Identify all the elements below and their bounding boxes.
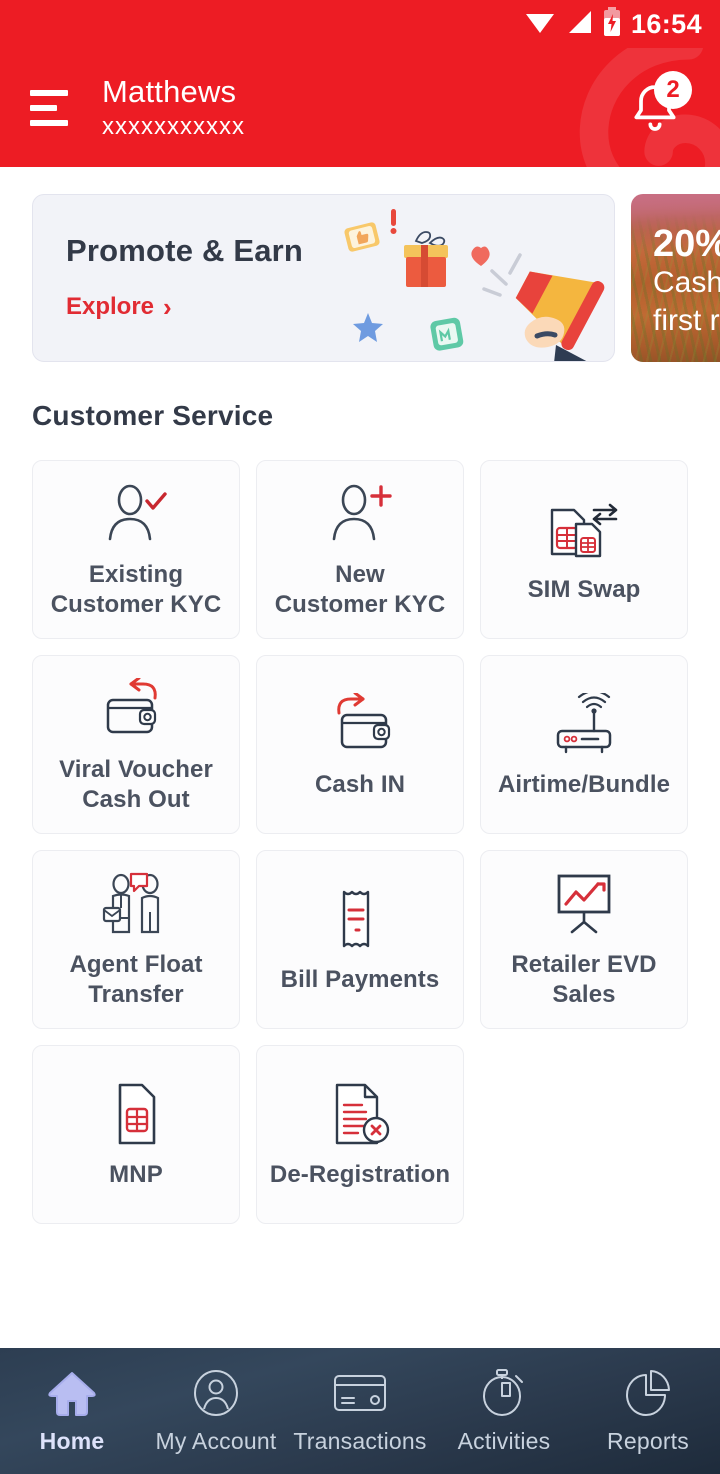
service-card-viral-voucher-cash-out[interactable]: Viral Voucher Cash Out <box>32 655 240 834</box>
header-titles: Matthews xxxxxxxxxxx <box>102 74 245 142</box>
service-label: Airtime/Bundle <box>497 770 671 798</box>
account-name: Matthews <box>102 73 237 109</box>
service-card-mnp[interactable]: MNP <box>32 1045 240 1224</box>
wallet-arrow-out-icon <box>100 675 172 743</box>
service-card-new-customer-kyc[interactable]: New Customer KYC <box>256 460 464 639</box>
nav-item-transactions[interactable]: Transactions <box>288 1367 432 1455</box>
wifi-icon <box>525 9 555 40</box>
stopwatch-icon <box>480 1367 528 1419</box>
wallet-arrow-in-icon <box>324 690 396 758</box>
signal-icon <box>565 9 593 40</box>
banner2-line2: first re <box>653 304 720 337</box>
home-icon <box>47 1367 97 1419</box>
service-label: Bill Payments <box>280 965 440 993</box>
banner2-text-block: 20% Cashb first re <box>653 224 720 340</box>
chevron-right-icon: › <box>163 292 172 322</box>
explore-label: Explore <box>66 293 155 320</box>
service-card-de-registration[interactable]: De-Registration <box>256 1045 464 1224</box>
service-card-sim-swap[interactable]: SIM Swap <box>480 460 688 639</box>
receipt-icon <box>332 885 388 953</box>
customer-service-grid: Existing Customer KYC New Customer KYC S… <box>0 460 720 1224</box>
banner-cashback-offer[interactable]: 20% Cashb first re <box>631 194 720 362</box>
notifications-button[interactable]: 2 <box>612 65 698 151</box>
banner-promote-earn[interactable]: Promote & Earn Explore › <box>32 194 615 362</box>
megaphone-gift-illustration <box>344 209 605 361</box>
nav-label: Home <box>39 1428 105 1454</box>
battery-charging-icon <box>603 6 621 42</box>
service-label: De-Registration <box>269 1160 451 1188</box>
status-bar: 16:54 <box>0 0 720 48</box>
user-circle-icon <box>192 1367 240 1419</box>
banner-text-block: Promote & Earn Explore › <box>66 233 303 321</box>
notification-badge: 2 <box>654 70 692 109</box>
service-card-bill-payments[interactable]: Bill Payments <box>256 850 464 1029</box>
app-header: Matthews xxxxxxxxxxx 2 <box>0 48 720 167</box>
service-label: Agent Float Transfer <box>69 950 203 1008</box>
document-remove-icon <box>327 1080 393 1148</box>
router-icon <box>546 690 622 758</box>
service-card-cash-in[interactable]: Cash IN <box>256 655 464 834</box>
status-time: 16:54 <box>630 8 702 39</box>
sim-card-icon <box>108 1080 164 1148</box>
banner-title: Promote & Earn <box>66 233 304 268</box>
service-label: New Customer KYC <box>274 560 446 618</box>
bottom-navigation: Home My Account Transactions Activities … <box>0 1348 720 1474</box>
credit-card-icon <box>333 1367 387 1419</box>
presentation-chart-icon <box>549 870 619 938</box>
section-title-customer-service: Customer Service <box>32 400 274 431</box>
grid-empty-slot <box>480 1045 688 1224</box>
two-people-chat-icon <box>100 870 172 938</box>
service-label: Existing Customer KYC <box>50 560 222 618</box>
sim-swap-icon <box>546 495 622 563</box>
banner-carousel[interactable]: Promote & Earn Explore › 20 Cash first r <box>0 167 720 362</box>
nav-item-my-account[interactable]: My Account <box>144 1367 288 1455</box>
nav-label: Activities <box>457 1428 551 1454</box>
user-check-icon <box>102 480 170 548</box>
account-msisdn: xxxxxxxxxxx <box>102 112 245 140</box>
hamburger-menu-icon[interactable] <box>30 89 74 126</box>
nav-label: Transactions <box>293 1428 427 1454</box>
service-card-airtime-bundle[interactable]: Airtime/Bundle <box>480 655 688 834</box>
service-card-agent-float-transfer[interactable]: Agent Float Transfer <box>32 850 240 1029</box>
explore-link[interactable]: Explore › <box>66 293 303 321</box>
banner2-percent: 20% <box>653 223 720 265</box>
service-label: SIM Swap <box>527 575 641 603</box>
nav-item-activities[interactable]: Activities <box>432 1367 576 1455</box>
service-label: Viral Voucher Cash Out <box>59 755 213 813</box>
service-card-existing-customer-kyc[interactable]: Existing Customer KYC <box>32 460 240 639</box>
app-screen: 16:54 Matthews xxxxxxxxxxx 2 Promote & E… <box>0 0 720 1474</box>
nav-label: Reports <box>607 1428 689 1454</box>
pie-chart-icon <box>624 1367 672 1419</box>
service-label: Retailer EVD Sales <box>511 950 657 1008</box>
nav-item-home[interactable]: Home <box>0 1367 144 1455</box>
service-label: MNP <box>109 1160 163 1188</box>
banner2-line1: Cashb <box>653 266 720 299</box>
service-card-retailer-evd-sales[interactable]: Retailer EVD Sales <box>480 850 688 1029</box>
user-plus-icon <box>326 480 394 548</box>
service-label: Cash IN <box>314 770 406 798</box>
nav-label: My Account <box>155 1428 277 1454</box>
nav-item-reports[interactable]: Reports <box>576 1367 720 1455</box>
